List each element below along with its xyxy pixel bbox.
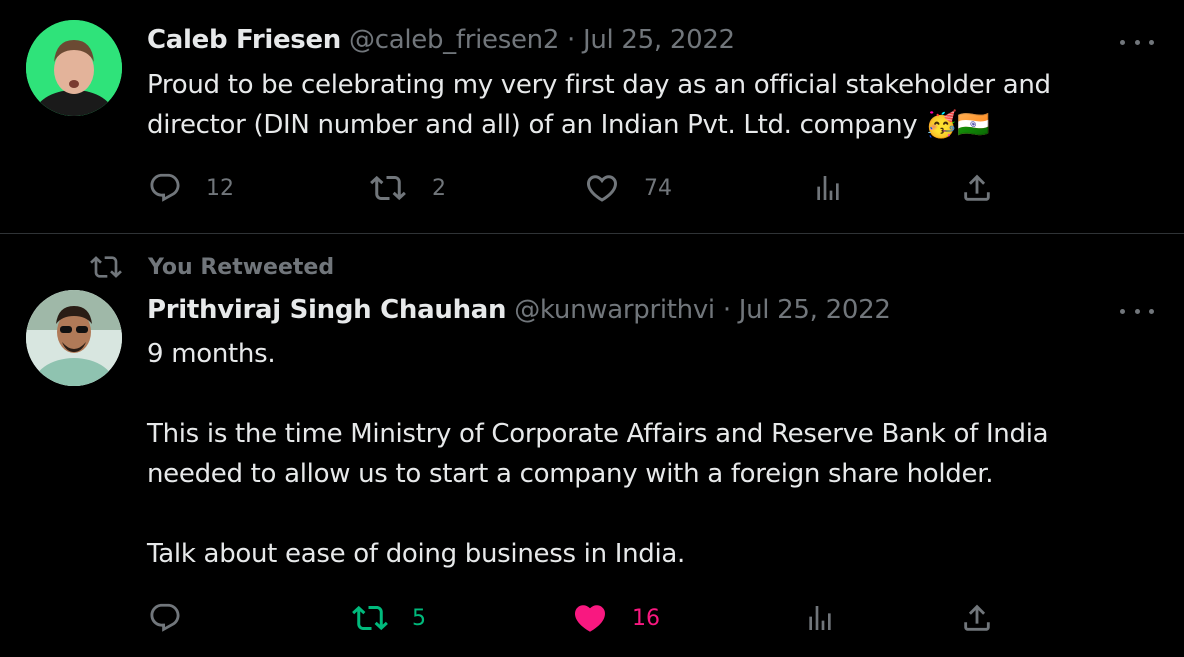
tweet-header: Prithviraj Singh Chauhan @kunwarprithvi …: [147, 293, 891, 327]
retweet-count: 5: [412, 605, 426, 631]
header-separator: ·: [722, 295, 731, 325]
reply-icon: [150, 173, 180, 202]
more-icon[interactable]: [1120, 301, 1154, 321]
retweet-icon: [352, 605, 388, 631]
retweet-button[interactable]: 2: [370, 168, 446, 208]
author-handle[interactable]: @kunwarprithvi: [514, 295, 715, 325]
tweet-text: Proud to be celebrating my very first da…: [147, 65, 1051, 145]
author-name[interactable]: Caleb Friesen: [147, 25, 341, 55]
tweet[interactable]: You Retweeted Prithviraj Singh Chauhan @…: [0, 234, 1184, 657]
tweet-paragraph: Talk about ease of doing business in Ind…: [147, 539, 686, 569]
heart-icon: [574, 605, 606, 632]
avatar-image: [26, 290, 122, 386]
like-count: 16: [632, 605, 660, 631]
analytics-icon: [817, 176, 839, 200]
tweet-actions: 5 16: [0, 598, 1184, 638]
like-button[interactable]: 16: [572, 598, 660, 638]
tweet-text-line: Proud to be celebrating my very first da…: [147, 70, 1051, 100]
heart-icon: [586, 175, 618, 202]
analytics-button[interactable]: [812, 168, 844, 208]
analytics-icon: [809, 606, 831, 630]
header-separator: ·: [567, 25, 576, 55]
social-context: You Retweeted: [90, 252, 334, 282]
reply-count: 12: [206, 175, 234, 201]
analytics-button[interactable]: [804, 598, 836, 638]
share-button[interactable]: [960, 168, 994, 208]
author-name[interactable]: Prithviraj Singh Chauhan: [147, 295, 507, 325]
author-handle[interactable]: @caleb_friesen2: [349, 25, 559, 55]
tweet-text-line: director (DIN number and all) of an Indi…: [147, 110, 990, 140]
share-icon: [964, 604, 990, 631]
more-icon[interactable]: [1120, 32, 1154, 52]
retweet-button[interactable]: 5: [352, 598, 426, 638]
reply-button[interactable]: 12: [148, 168, 234, 208]
retweet-count: 2: [432, 175, 446, 201]
like-count: 74: [644, 175, 672, 201]
share-button[interactable]: [960, 598, 994, 638]
tweet-paragraph: needed to allow us to start a company wi…: [147, 459, 994, 489]
tweet-date[interactable]: Jul 25, 2022: [739, 295, 891, 325]
avatar[interactable]: [26, 290, 122, 386]
avatar-image: [26, 20, 122, 116]
tweet-date[interactable]: Jul 25, 2022: [583, 25, 735, 55]
tweet-header: Caleb Friesen @caleb_friesen2 · Jul 25, …: [147, 23, 735, 57]
social-context-label[interactable]: You Retweeted: [148, 255, 334, 280]
tweet-text: 9 months. This is the time Ministry of C…: [147, 334, 1049, 574]
tweet-paragraph: 9 months.: [147, 339, 276, 369]
reply-icon: [150, 603, 180, 632]
reply-button[interactable]: [148, 598, 182, 638]
share-icon: [964, 174, 990, 201]
avatar[interactable]: [26, 20, 122, 116]
tweet-paragraph: This is the time Ministry of Corporate A…: [147, 419, 1049, 449]
retweet-icon: [90, 256, 122, 278]
tweet[interactable]: Caleb Friesen @caleb_friesen2 · Jul 25, …: [0, 0, 1184, 234]
tweet-actions: 12 2 74: [0, 168, 1184, 208]
like-button[interactable]: 74: [584, 168, 672, 208]
retweet-icon: [370, 175, 406, 201]
